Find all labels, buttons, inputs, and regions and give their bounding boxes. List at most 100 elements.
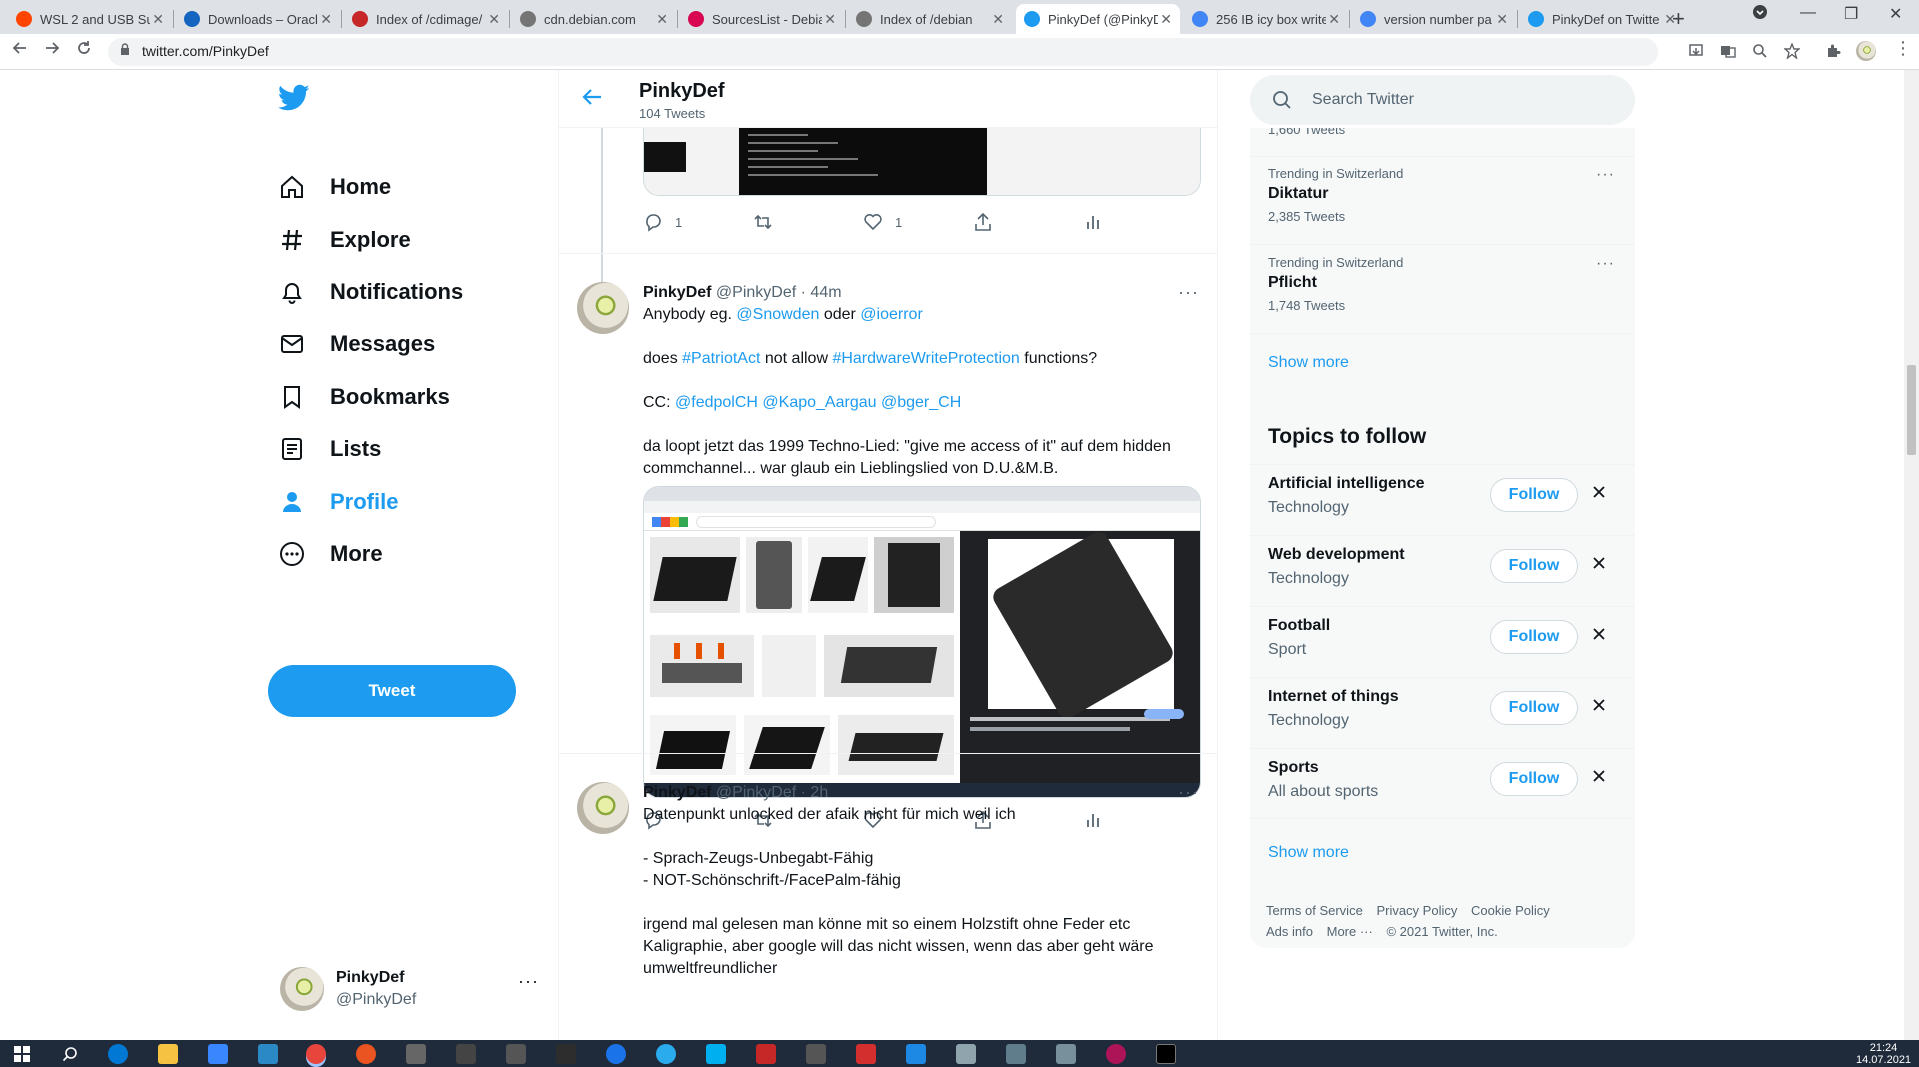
topic-item[interactable]: Football Sport Follow: [1250, 606, 1635, 676]
tweet-time[interactable]: · 2h: [801, 784, 829, 801]
chrome-icon[interactable]: [306, 1044, 326, 1064]
nav-notifications[interactable]: Notifications: [278, 268, 463, 316]
browser-tab[interactable]: Downloads – Oracl ✕: [176, 4, 340, 34]
browser-tab[interactable]: 256 IB icy box write ✕: [1184, 4, 1348, 34]
app-icon[interactable]: [906, 1044, 926, 1064]
back-arrow-icon[interactable]: [581, 86, 603, 108]
reply-button[interactable]: 1: [643, 212, 682, 232]
app-icon[interactable]: [1006, 1044, 1026, 1064]
bookmark-star-icon[interactable]: [1784, 43, 1800, 59]
app-icon[interactable]: [556, 1044, 576, 1064]
retweet-button[interactable]: [753, 212, 785, 232]
browser-tab[interactable]: PinkyDef (@PinkyD ✕: [1016, 4, 1180, 34]
tab-close-icon[interactable]: ✕: [1328, 11, 1340, 28]
mention-link[interactable]: @ioerror: [860, 306, 922, 323]
file-explorer-icon[interactable]: [158, 1044, 178, 1064]
browser-tab[interactable]: Index of /debian ✕: [848, 4, 1012, 34]
browser-tab[interactable]: version number pa ✕: [1352, 4, 1516, 34]
page-scrollbar[interactable]: [1904, 70, 1919, 1040]
tweet-avatar[interactable]: [577, 782, 629, 834]
search-box[interactable]: [1250, 75, 1635, 125]
app-icon[interactable]: [506, 1044, 526, 1064]
trend-item[interactable]: Trending in Switzerland Pflicht 1,748 Tw…: [1268, 255, 1618, 313]
nav-explore[interactable]: Explore: [278, 216, 411, 264]
like-button[interactable]: 1: [863, 212, 902, 232]
app-icon[interactable]: [606, 1044, 626, 1064]
cookie-link[interactable]: Cookie Policy: [1471, 903, 1550, 918]
tweet-author-name[interactable]: PinkyDef: [643, 784, 711, 801]
tab-close-icon[interactable]: ✕: [992, 11, 1004, 28]
browser-menu-icon[interactable]: ⋮: [1894, 38, 1912, 59]
nav-bookmarks[interactable]: Bookmarks: [278, 373, 450, 421]
profile-avatar-icon[interactable]: [1856, 41, 1876, 61]
browser-tab[interactable]: WSL 2 and USB Sup ✕: [8, 4, 172, 34]
tab-close-icon[interactable]: ✕: [1496, 11, 1508, 28]
show-more-topics-link[interactable]: Show more: [1268, 844, 1349, 862]
account-more-icon[interactable]: ···: [518, 971, 539, 992]
tweet[interactable]: PinkyDef @PinkyDef · 44m ··· Anybody eg.…: [559, 253, 1217, 830]
telegram-icon[interactable]: [656, 1044, 676, 1064]
trend-more-icon[interactable]: ···: [1596, 166, 1615, 184]
account-switcher[interactable]: PinkyDef @PinkyDef ···: [280, 965, 540, 1019]
edge-icon[interactable]: [108, 1044, 128, 1064]
follow-button[interactable]: Follow: [1490, 478, 1578, 512]
nav-lists[interactable]: Lists: [278, 425, 381, 473]
mention-link[interactable]: @Snowden: [736, 306, 819, 323]
tab-close-icon[interactable]: ✕: [656, 11, 668, 28]
tweet-avatar[interactable]: [577, 282, 629, 334]
browser-tab[interactable]: Index of /cdimage/ ✕: [344, 4, 508, 34]
nav-home[interactable]: Home: [278, 163, 391, 211]
taskbar-search-icon[interactable]: [62, 1046, 78, 1062]
back-icon[interactable]: [12, 40, 28, 61]
follow-button[interactable]: Follow: [1490, 549, 1578, 583]
dismiss-icon[interactable]: [1592, 485, 1606, 499]
tab-close-icon[interactable]: ✕: [320, 11, 332, 28]
extensions-icon[interactable]: [1825, 43, 1841, 59]
nav-profile[interactable]: Profile: [278, 478, 398, 526]
mention-link[interactable]: @Kapo_Aargau: [762, 394, 876, 411]
forward-icon[interactable]: [44, 40, 60, 61]
more-link[interactable]: More ···: [1327, 924, 1373, 939]
new-tab-button[interactable]: +: [1672, 6, 1685, 32]
dismiss-icon[interactable]: [1592, 556, 1606, 570]
tweet-media-image[interactable]: [643, 486, 1201, 798]
mention-link[interactable]: @fedpolCH: [675, 394, 758, 411]
ads-info-link[interactable]: Ads info: [1266, 924, 1313, 939]
browser-tab[interactable]: cdn.debian.com ✕: [512, 4, 676, 34]
topic-item[interactable]: Web development Technology Follow: [1250, 535, 1635, 605]
trend-item[interactable]: Trending in Switzerland Diktatur 2,385 T…: [1268, 166, 1618, 224]
maximize-icon[interactable]: ❐: [1844, 4, 1858, 24]
install-app-icon[interactable]: [1688, 43, 1704, 59]
store-icon[interactable]: [208, 1044, 228, 1064]
search-input[interactable]: [1312, 88, 1612, 112]
tweet-author-name[interactable]: PinkyDef: [643, 284, 711, 301]
windows-start-icon[interactable]: [14, 1046, 30, 1062]
terminal-icon[interactable]: [1156, 1044, 1176, 1064]
app-icon[interactable]: [1106, 1044, 1126, 1064]
app-icon[interactable]: [756, 1044, 776, 1064]
app-icon[interactable]: [1056, 1044, 1076, 1064]
app-icon[interactable]: [456, 1044, 476, 1064]
minimize-icon[interactable]: —: [1800, 4, 1816, 22]
hashtag-link[interactable]: #HardwareWriteProtection: [832, 350, 1019, 367]
taskbar-clock[interactable]: 21:24 14.07.2021: [1856, 1042, 1911, 1066]
tweet-button[interactable]: Tweet: [268, 665, 516, 717]
follow-button[interactable]: Follow: [1490, 691, 1578, 725]
app-icon[interactable]: [956, 1044, 976, 1064]
translate-icon[interactable]: [1720, 43, 1736, 59]
twitter-logo-icon[interactable]: [278, 84, 310, 112]
tab-close-icon[interactable]: ✕: [824, 11, 836, 28]
address-bar[interactable]: [108, 38, 1658, 66]
hashtag-link[interactable]: #PatriotAct: [682, 350, 760, 367]
ubuntu-icon[interactable]: [356, 1044, 376, 1064]
terms-link[interactable]: Terms of Service: [1266, 903, 1363, 918]
scrollbar-thumb[interactable]: [1907, 365, 1916, 455]
tab-close-icon[interactable]: ✕: [1160, 11, 1172, 28]
app-icon[interactable]: [806, 1044, 826, 1064]
nav-messages[interactable]: Messages: [278, 320, 435, 368]
privacy-link[interactable]: Privacy Policy: [1376, 903, 1457, 918]
dismiss-icon[interactable]: [1592, 627, 1606, 641]
mail-icon[interactable]: [258, 1044, 278, 1064]
close-window-icon[interactable]: ✕: [1889, 4, 1902, 24]
dismiss-icon[interactable]: [1592, 698, 1606, 712]
